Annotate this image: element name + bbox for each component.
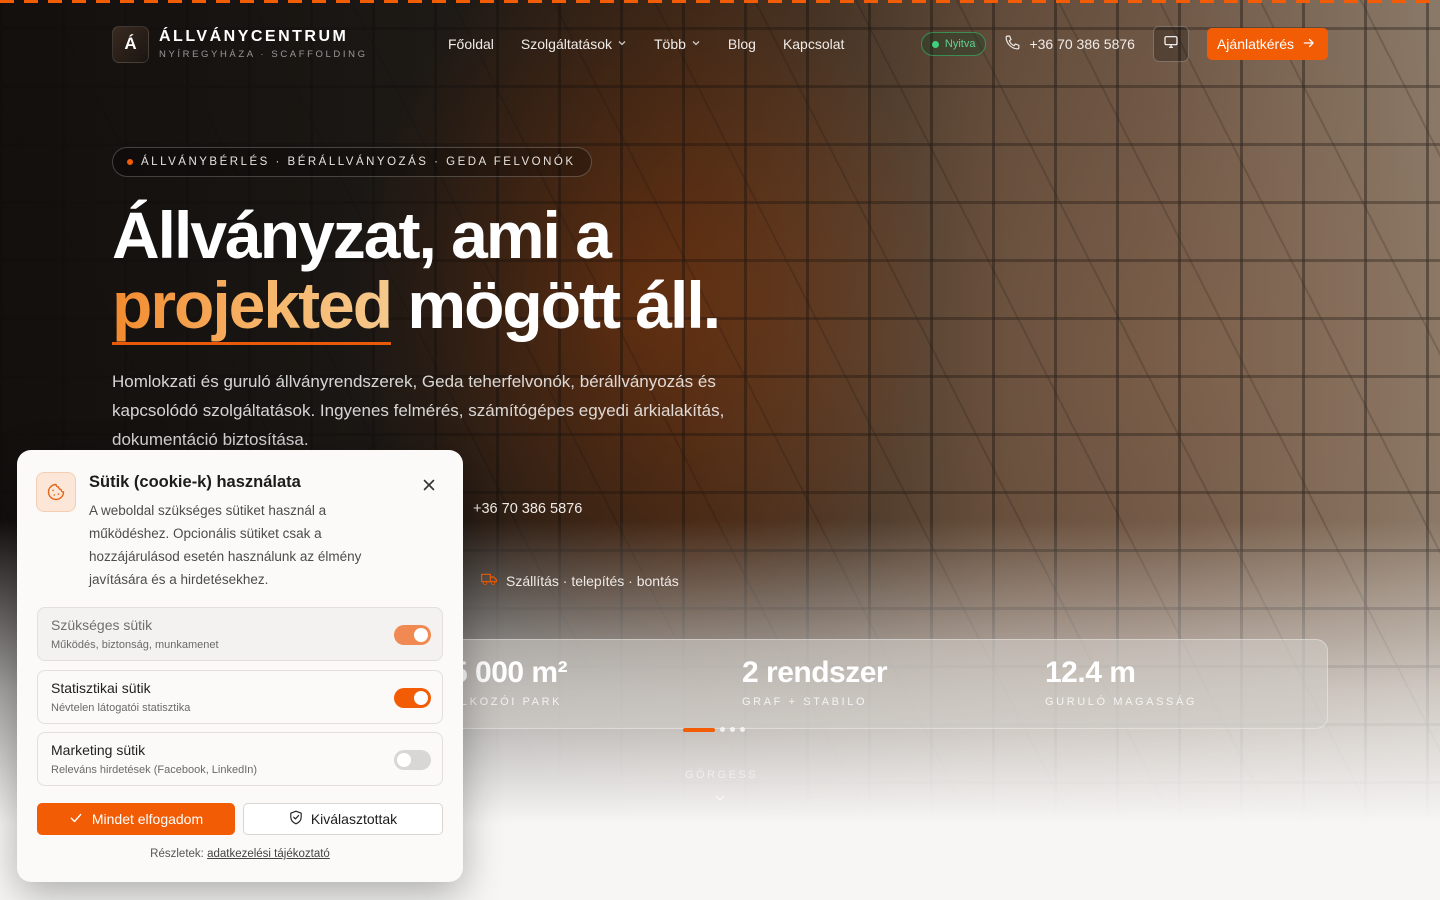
pagination-dot-active[interactable]: [683, 727, 715, 732]
display-mode-button[interactable]: [1152, 26, 1189, 62]
status-dot: [931, 40, 939, 48]
logo-text: ÁLLVÁNYCENTRUM NYÍREGYHÁZA · SCAFFOLDING: [159, 28, 368, 60]
stat-value: 12.4 m: [1045, 656, 1136, 689]
headline-accent: projekted: [112, 268, 393, 345]
accept-selected-label: Kiválasztottak: [310, 811, 398, 827]
nav-item-label: Blog: [727, 36, 756, 52]
toggle-knob: [414, 691, 428, 705]
hero-eyebrow: ÁLLVÁNYBÉRLÉS · BÉRÁLLVÁNYOZÁS · GEDA FE…: [112, 147, 592, 177]
privacy-policy-link[interactable]: adatkezelési tájékoztató: [207, 848, 330, 860]
open-status-badge: Nyitva: [920, 32, 987, 56]
nav-item-home[interactable]: Főoldal: [448, 36, 494, 52]
slider-pagination: [683, 727, 745, 732]
phone-icon: [1004, 34, 1021, 54]
brand-subtitle: NYÍREGYHÁZA · SCAFFOLDING: [159, 49, 368, 60]
category-title: Statisztikai sütik: [51, 680, 151, 696]
site-header: Á ÁLLVÁNYCENTRUM NYÍREGYHÁZA · SCAFFOLDI…: [112, 24, 1328, 64]
chevron-down-icon: [691, 38, 701, 50]
stat-item: 5 000 m² ALKOZÓI PARK: [451, 656, 568, 708]
category-subtitle: Működés, biztonság, munkamenet: [51, 639, 219, 651]
cookie-consent-panel: Sütik (cookie-k) használata A weboldal s…: [17, 450, 463, 882]
hero-lead: Homlokzati és guruló állványrendszerek, …: [112, 372, 725, 449]
category-title: Marketing sütik: [51, 742, 146, 758]
arrow-right-icon: [1302, 36, 1316, 53]
status-label: Nyitva: [944, 38, 976, 50]
stat-value: 5 000 m²: [451, 656, 568, 689]
category-subtitle: Releváns hirdetések (Facebook, LinkedIn): [51, 764, 258, 776]
cookie-footer: Részletek: adatkezelési tájékoztató: [17, 848, 463, 860]
main-nav: Főoldal Szolgáltatások Több Blog Kapcsol…: [448, 36, 844, 52]
category-title: Szükséges sütik: [51, 617, 153, 633]
header-phone-link[interactable]: +36 70 386 5876: [1004, 34, 1135, 54]
brand-title: ÁLLVÁNYCENTRUM: [159, 28, 349, 45]
nav-item-services[interactable]: Szolgáltatások: [521, 36, 627, 52]
hero-feature: Szállítás · telepítés · bontás: [481, 572, 679, 589]
cookie-category-statistics: Statisztikai sütik Névtelen látogatói st…: [37, 670, 443, 724]
feature-text: Szállítás · telepítés · bontás: [506, 572, 679, 589]
stat-item: 12.4 m GURULÓ MAGASSÁG: [1045, 656, 1197, 708]
logo-mark: Á: [112, 25, 149, 63]
marketing-cookies-toggle[interactable]: [394, 750, 431, 770]
truck-icon: [481, 572, 497, 589]
pagination-dot[interactable]: [720, 727, 725, 732]
hero-phone-link[interactable]: +36 70 386 5876: [473, 501, 582, 517]
hero-headline: Állványzat, ami a projekted mögött áll.: [112, 198, 721, 345]
chevron-down-icon: [617, 38, 627, 50]
nav-item-label: Főoldal: [448, 36, 494, 52]
pagination-dot[interactable]: [740, 727, 745, 732]
nav-item-blog[interactable]: Blog: [728, 36, 756, 52]
cookie-category-necessary: Szükséges sütik Működés, biztonság, munk…: [37, 607, 443, 661]
category-subtitle: Névtelen látogatói statisztika: [51, 702, 191, 714]
headline-line1: Állványzat, ami a: [112, 198, 612, 272]
toggle-knob: [414, 628, 428, 642]
cookie-icon: [36, 472, 76, 512]
chevron-down-icon[interactable]: [713, 793, 727, 806]
close-icon[interactable]: [419, 475, 439, 495]
nav-item-contact[interactable]: Kapcsolat: [783, 36, 844, 52]
necessary-cookies-toggle: [394, 625, 431, 645]
stat-value: 2 rendszer: [742, 656, 888, 689]
eyebrow-text: ÁLLVÁNYBÉRLÉS · BÉRÁLLVÁNYOZÁS · GEDA FE…: [141, 156, 576, 168]
stat-item: 2 rendszer GRAF + STABILO: [742, 656, 888, 708]
accept-all-button[interactable]: Mindet elfogadom: [37, 803, 235, 835]
brand-logo[interactable]: Á ÁLLVÁNYCENTRUM NYÍREGYHÁZA · SCAFFOLDI…: [112, 25, 448, 63]
cta-label: Ajánlatkérés: [1216, 36, 1294, 52]
toggle-knob: [397, 753, 411, 767]
scroll-hint: GÖRGESS: [685, 769, 759, 781]
quote-request-button[interactable]: Ajánlatkérés: [1206, 28, 1328, 60]
nav-item-more[interactable]: Több: [654, 36, 701, 52]
nav-item-label: Szolgáltatások: [520, 36, 612, 52]
nav-item-label: Több: [653, 36, 686, 52]
pagination-dot[interactable]: [730, 727, 735, 732]
stat-label: GRAF + STABILO: [742, 696, 868, 708]
check-icon: [69, 811, 83, 828]
header-phone-number: +36 70 386 5876: [1029, 36, 1135, 52]
stat-label: GURULÓ MAGASSÁG: [1045, 696, 1198, 708]
statistics-cookies-toggle[interactable]: [394, 688, 431, 708]
header-tools: Nyitva +36 70 386 5876 Ajánlatkérés: [920, 26, 1328, 62]
footer-prefix: Részletek:: [150, 848, 204, 860]
nav-item-label: Kapcsolat: [782, 36, 845, 52]
cookie-category-marketing: Marketing sütik Releváns hirdetések (Fac…: [37, 732, 443, 786]
accept-selected-button[interactable]: Kiválasztottak: [243, 803, 443, 835]
hazard-stripe: [0, 0, 1440, 3]
cookie-description: A weboldal szükséges sütiket használ a m…: [89, 503, 362, 587]
cookie-title: Sütik (cookie-k) használata: [89, 473, 301, 491]
eyebrow-dot: [127, 159, 133, 165]
shield-check-icon: [289, 810, 303, 828]
accept-all-label: Mindet elfogadom: [91, 811, 204, 827]
monitor-icon: [1163, 34, 1179, 55]
headline-rest: mögött áll.: [391, 268, 721, 342]
stat-label: ALKOZÓI PARK: [451, 696, 563, 708]
